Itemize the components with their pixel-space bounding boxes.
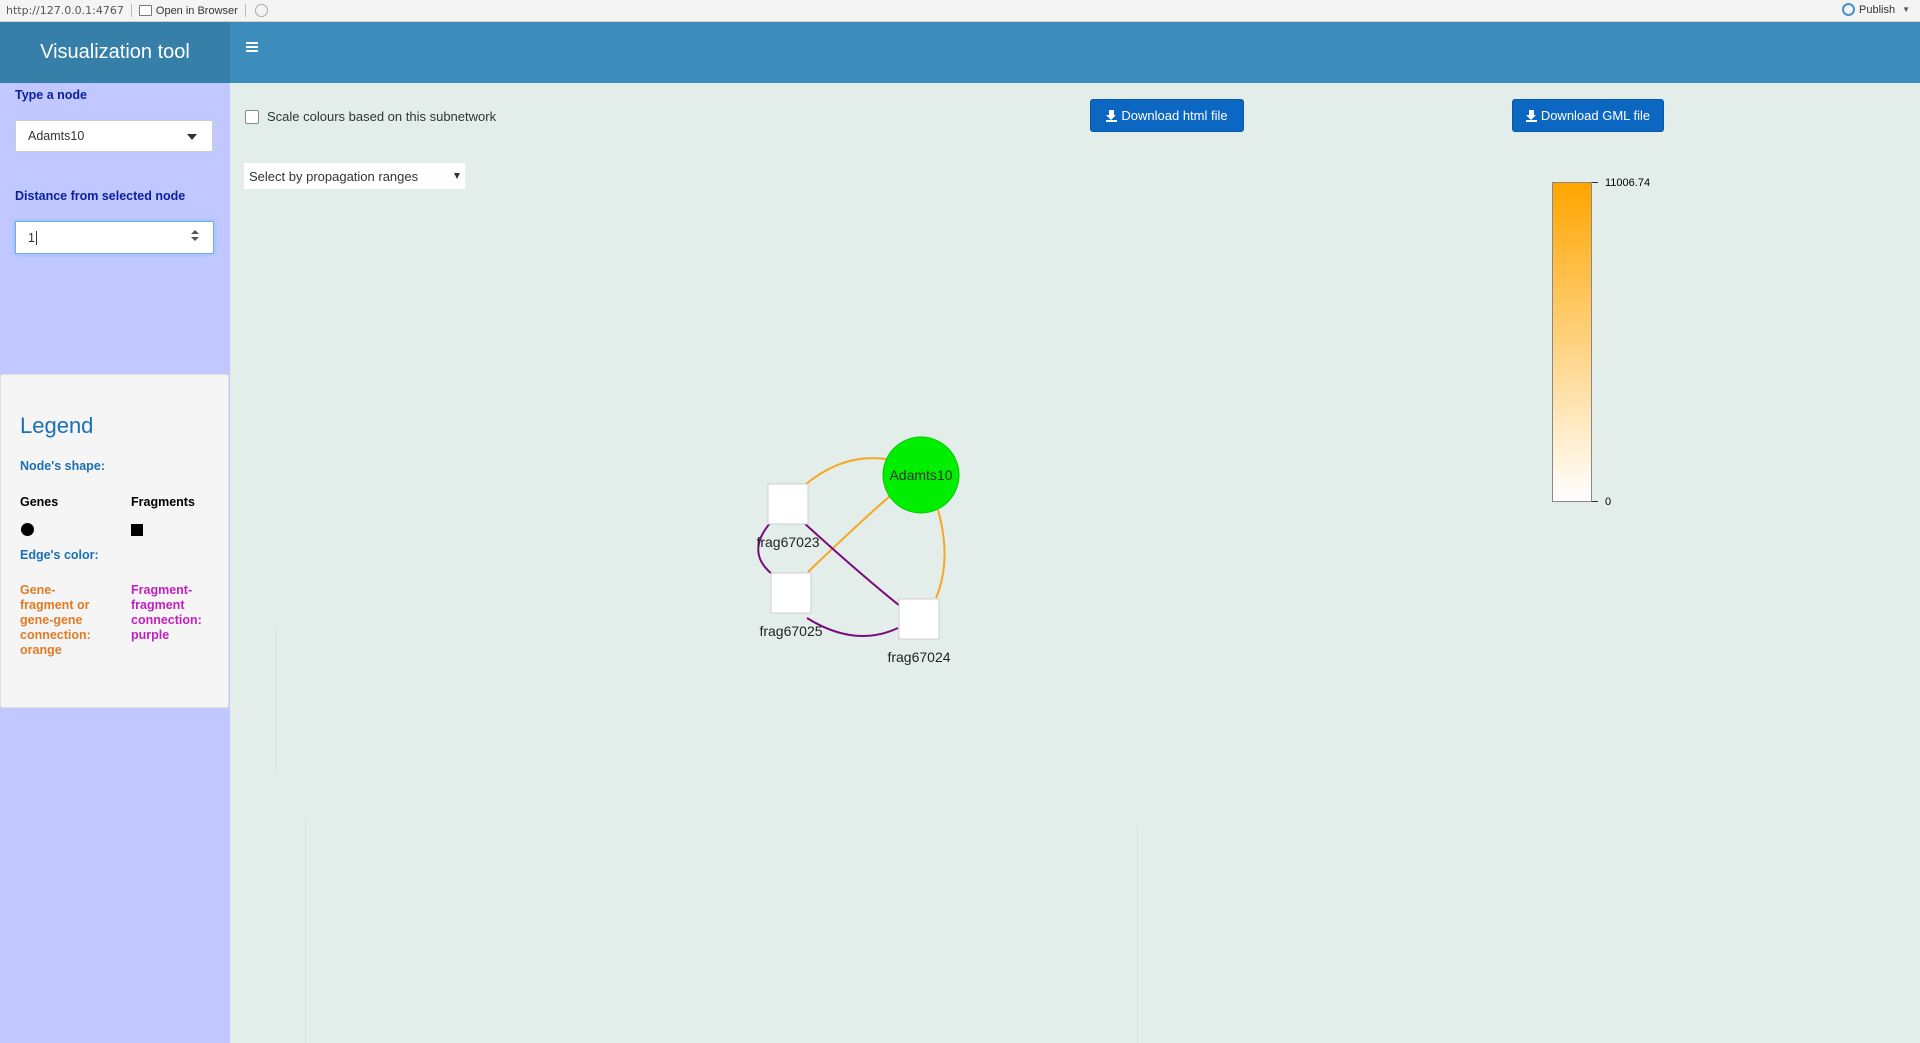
spinner-down-icon[interactable] <box>191 237 199 241</box>
sidebar-toggle-icon[interactable] <box>246 42 258 52</box>
node-label-frag67024: frag67024 <box>887 649 950 665</box>
color-scale-min-label: 0 <box>1605 496 1612 508</box>
fragment-node-square <box>767 483 809 525</box>
viewer-toolbar: http://127.0.0.1:4767 Open in Browser Pu… <box>0 0 1920 22</box>
node-label-frag67025: frag67025 <box>759 623 822 639</box>
publish-icon <box>1842 3 1855 16</box>
network-graph[interactable]: Adamts10 frag67023 frag67025 frag67024 <box>0 0 1920 1043</box>
download-gml-label: Download GML file <box>1540 108 1651 123</box>
color-scale-tick <box>1592 501 1598 502</box>
scale-colours-label: Scale colours based on this subnetwork <box>267 109 497 124</box>
node-frag67024[interactable]: frag67024 <box>887 598 951 665</box>
distance-input-label: Distance from selected node <box>15 189 186 203</box>
open-in-browser-button[interactable]: Open in Browser <box>138 4 238 17</box>
refresh-icon[interactable] <box>254 4 268 17</box>
propagation-range-select[interactable]: Select by propagation ranges <box>244 163 465 189</box>
fragments-label: Fragments <box>131 495 195 509</box>
node-input-label: Type a node <box>15 88 88 102</box>
chevron-down-icon <box>187 134 197 140</box>
faint-line <box>305 820 306 1043</box>
open-in-browser-label: Open in Browser <box>155 4 238 17</box>
edge-frag67025-adamts10 <box>807 495 891 573</box>
node-label-adamts10: Adamts10 <box>889 467 952 483</box>
download-gml-button[interactable]: Download GML file <box>1512 99 1664 132</box>
fragment-node-square <box>898 598 940 640</box>
download-html-label: Download html file <box>1121 108 1228 123</box>
propagation-range-placeholder: Select by propagation ranges <box>249 168 419 184</box>
genes-label: Genes <box>20 495 59 509</box>
number-spinner[interactable] <box>191 230 199 241</box>
distance-value: 1 <box>28 230 35 245</box>
gene-edge-description: Gene-fragment or gene-gene connection: o… <box>20 583 91 657</box>
text-cursor <box>35 230 37 245</box>
toolbar-divider <box>130 4 132 17</box>
toolbar-divider <box>244 4 246 17</box>
chevron-down-icon: ▼ <box>1902 5 1910 14</box>
spinner-up-icon[interactable] <box>191 230 199 234</box>
app-title: Visualization tool <box>0 22 230 83</box>
browser-window-icon <box>138 5 152 16</box>
edge-color-heading: Edge's color: <box>20 548 99 562</box>
viewer-url: http://127.0.0.1:4767 <box>6 4 124 17</box>
node-adamts10[interactable]: Adamts10 <box>882 436 960 514</box>
legend-box: Legend Node's shape: Genes Fragments Edg… <box>0 374 229 708</box>
color-scale-tick <box>1592 182 1598 183</box>
distance-input[interactable]: 1 <box>15 221 214 254</box>
download-html-button[interactable]: Download html file <box>1090 99 1244 132</box>
edge-frag67024-adamts10 <box>935 509 946 599</box>
scale-colours-checkbox[interactable] <box>245 109 259 124</box>
top-navbar <box>230 22 1920 83</box>
publish-label: Publish <box>1859 3 1896 16</box>
download-icon <box>1106 109 1118 122</box>
scale-colours-control[interactable]: Scale colours based on this subnetwork <box>245 109 496 124</box>
download-icon <box>1525 109 1537 122</box>
color-scale-bar <box>1552 182 1592 502</box>
node-select[interactable]: Adamts10 <box>15 120 213 152</box>
gene-circle-icon <box>21 523 34 536</box>
fragment-node-square <box>770 572 812 614</box>
faint-line <box>1137 825 1138 1043</box>
node-frag67023[interactable]: frag67023 <box>756 483 820 550</box>
node-label-frag67023: frag67023 <box>756 534 819 550</box>
node-shape-heading: Node's shape: <box>20 459 105 473</box>
legend-title: Legend <box>20 413 94 438</box>
color-scale-max-label: 11006.74 <box>1605 177 1651 189</box>
publish-button[interactable]: Publish ▼ <box>1842 3 1910 16</box>
node-frag67025[interactable]: frag67025 <box>759 572 823 639</box>
fragment-edge-description: Fragment-fragment connection: purple <box>131 583 202 642</box>
node-select-value: Adamts10 <box>28 129 85 143</box>
chevron-down-icon <box>454 173 460 179</box>
faint-line <box>275 625 276 775</box>
sidebar: Type a node Adamts10 Distance from selec… <box>0 83 230 1043</box>
fragment-square-icon <box>131 524 143 536</box>
